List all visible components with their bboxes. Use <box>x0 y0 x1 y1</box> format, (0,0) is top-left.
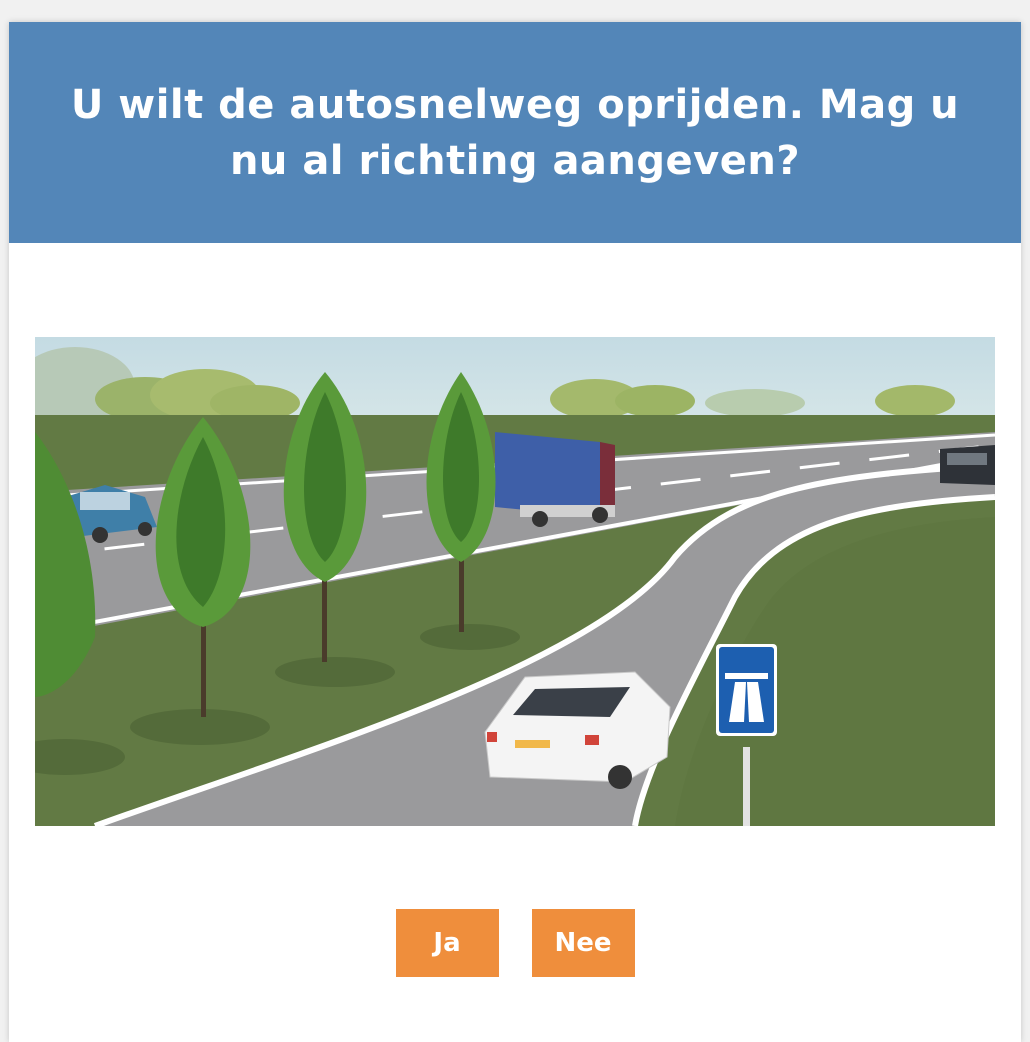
traffic-illustration <box>35 337 995 826</box>
question-header: U wilt de autosnelweg oprijden. Mag u nu… <box>9 22 1021 243</box>
motorway-on-ramp-scene <box>35 337 995 826</box>
question-card: U wilt de autosnelweg oprijden. Mag u nu… <box>9 22 1021 1042</box>
answer-options: Ja Nee <box>9 909 1021 977</box>
dark-car <box>940 445 995 485</box>
question-text: U wilt de autosnelweg oprijden. Mag u nu… <box>70 81 960 184</box>
answer-no-button[interactable]: Nee <box>531 909 635 977</box>
answer-yes-button[interactable]: Ja <box>395 909 499 977</box>
